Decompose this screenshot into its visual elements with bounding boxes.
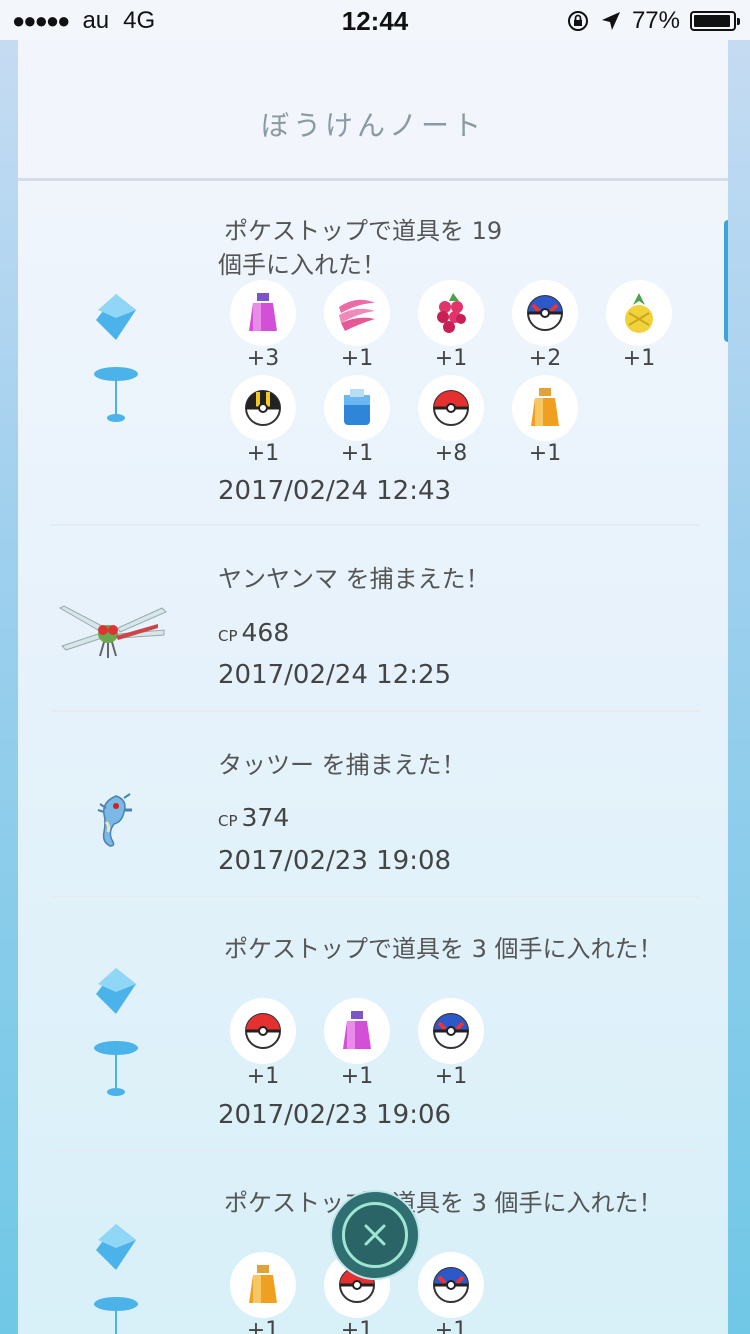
status-bar: ●●●●● au 4G 12:44 77%	[0, 0, 750, 40]
item-slot: +3	[230, 280, 296, 371]
item-slot: +2	[512, 280, 578, 371]
item-slot: +1	[324, 998, 390, 1089]
poke-ball-icon	[433, 390, 469, 426]
item-slot: +1	[230, 1252, 296, 1334]
potion-icon	[249, 1265, 277, 1303]
item-slot: +1	[418, 1252, 484, 1334]
item-slot: +1	[418, 280, 484, 371]
ultra-ball-icon	[245, 390, 281, 426]
item-slot: +8	[418, 375, 484, 466]
timestamp: 2017/02/24 12:25	[218, 660, 452, 690]
divider	[50, 1150, 700, 1152]
item-slot: +1	[324, 375, 390, 466]
great-ball-icon	[527, 295, 563, 331]
poke-ball-icon	[245, 1013, 281, 1049]
entry-text: タッツー を捕まえた！	[218, 751, 466, 779]
razz-berry-icon	[437, 293, 466, 333]
close-ring	[342, 1202, 408, 1268]
divider	[50, 896, 700, 898]
item-slot: +1	[230, 998, 296, 1089]
entry-text: ポケストップで道具を 19	[224, 217, 503, 245]
great-ball-icon	[433, 1267, 469, 1303]
pokestop-icon	[94, 294, 138, 422]
pokestop-icon	[94, 1224, 138, 1334]
potion-icon	[531, 388, 559, 426]
timestamp: 2017/02/23 19:08	[218, 846, 452, 876]
cp-value: CP 468	[218, 618, 290, 647]
item-slot: +1	[418, 998, 484, 1089]
cp-value: CP 374	[218, 803, 290, 832]
battery-percent: 77%	[631, 7, 680, 34]
divider	[50, 710, 700, 712]
divider	[50, 524, 700, 526]
journal-panel[interactable]: ぼうけんノート ポケストップで道具を 19 個手に入れた！ +3 +1 +1 +…	[18, 40, 728, 1334]
timestamp: 2017/02/24 12:43	[218, 476, 452, 506]
close-icon	[364, 1224, 386, 1246]
scrollbar[interactable]	[724, 220, 728, 342]
close-button[interactable]	[330, 1190, 420, 1280]
page-title: ぼうけんノート	[260, 109, 485, 142]
spray-icon	[343, 1011, 371, 1049]
pinap-berry-icon	[625, 293, 653, 333]
item-slot: +1	[606, 280, 672, 371]
pokestop-icon	[94, 968, 138, 1096]
horsea-sprite	[97, 793, 132, 847]
spray-icon	[249, 293, 277, 331]
timestamp: 2017/02/23 19:06	[218, 1100, 452, 1130]
entry-text: ヤンヤンマ を捕まえた！	[218, 565, 490, 593]
entry-text: ポケストップで道具を 3 個手に入れた！	[224, 935, 663, 963]
nanab-berry-icon	[339, 299, 375, 331]
entry-text: ポケストップで道具を 3 個手に入れた！	[224, 1189, 663, 1217]
item-slot: +1	[324, 280, 390, 371]
rotation-lock-icon	[567, 11, 588, 31]
item-slot: +1	[512, 375, 578, 466]
entry-text-2: 個手に入れた！	[218, 251, 386, 279]
great-ball-icon	[433, 1013, 469, 1049]
item-slot: +1	[230, 375, 296, 466]
journal-header: ぼうけんノート	[18, 40, 728, 181]
battery-icon	[690, 11, 740, 31]
yanma-sprite	[58, 605, 167, 658]
revive-icon	[344, 389, 370, 425]
location-arrow-icon	[601, 12, 620, 30]
